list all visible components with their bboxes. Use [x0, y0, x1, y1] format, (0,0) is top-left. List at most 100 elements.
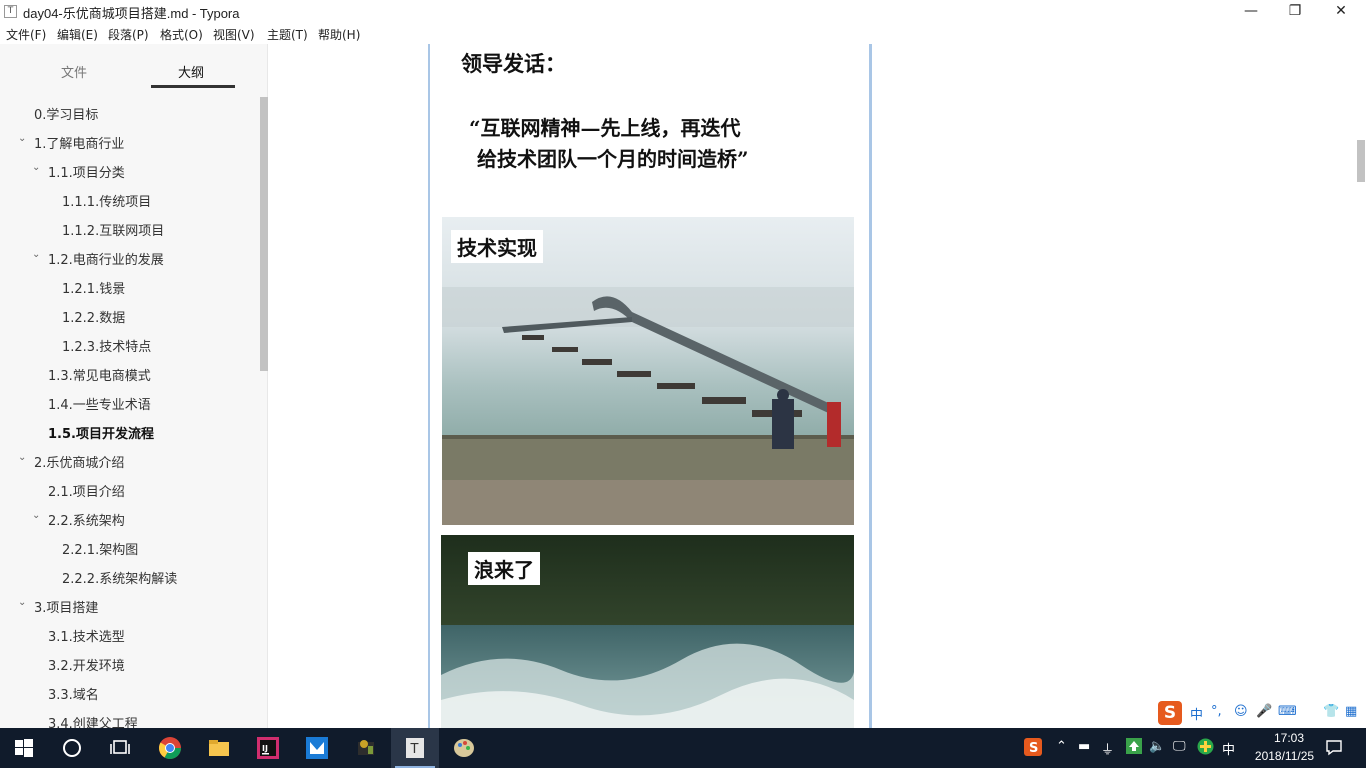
outline-item-label: 0.学习目标 [34, 108, 99, 123]
restore-button[interactable]: ❐ [1272, 0, 1318, 23]
svg-text:S: S [1029, 741, 1038, 756]
outline-item-label: 2.1.项目介绍 [48, 485, 125, 500]
outline-item-label: 2.2.1.架构图 [62, 543, 139, 558]
network-adapter-tray-icon[interactable]: ▬ [1078, 739, 1090, 754]
ime-punctuation-icon[interactable]: °, [1211, 704, 1222, 719]
outline-item[interactable]: 1.2.1.钱景 [62, 278, 125, 297]
ime-keyboard-icon[interactable]: ⌨ [1278, 704, 1297, 719]
bridge-label: 技术实现 [451, 230, 543, 263]
outline-item-label: 2.2.2.系统架构解读 [62, 572, 178, 587]
outline-item[interactable]: ⌄ 2.乐优商城介绍 [18, 452, 125, 471]
menu-view[interactable]: 视图(V) [213, 26, 255, 43]
outline-item[interactable]: 3.2.开发环境 [48, 655, 125, 674]
menu-format[interactable]: 格式(O) [160, 26, 203, 43]
chevron-down-icon[interactable]: ⌄ [32, 162, 40, 173]
outline-item-label: 3.3.域名 [48, 688, 99, 703]
quote-line-1: “互联网精神—先上线，再迭代 [469, 116, 741, 140]
quote-line-2: 给技术团队一个月的时间造桥” [477, 147, 749, 171]
input-language-indicator[interactable]: 中 [1222, 739, 1235, 758]
outline-item[interactable]: 1.1.1.传统项目 [62, 191, 151, 210]
show-hidden-icons-chevron-icon[interactable]: ⌃ [1056, 739, 1067, 754]
security-tray-icon[interactable] [1197, 738, 1214, 759]
chevron-down-icon[interactable]: ⌄ [18, 452, 26, 463]
menu-edit[interactable]: 编辑(E) [57, 26, 98, 43]
start-button[interactable] [0, 728, 48, 768]
sidebar-scrollbar[interactable] [260, 97, 268, 371]
close-button[interactable]: ✕ [1318, 0, 1364, 23]
outline-item[interactable]: ⌄ 3.项目搭建 [18, 597, 99, 616]
outline-item[interactable]: ⌄ 1.了解电商行业 [18, 133, 125, 152]
paint-tool-taskbar-icon[interactable] [440, 728, 488, 768]
chevron-down-icon[interactable]: ⌄ [32, 510, 40, 521]
outline-item-label: 2.乐优商城介绍 [34, 456, 125, 471]
ime-voice-icon[interactable]: 🎤 [1256, 704, 1272, 719]
wave-label: 浪来了 [468, 552, 540, 585]
outline-item-label: 1.2.电商行业的发展 [48, 253, 164, 268]
action-center-icon[interactable] [1325, 738, 1343, 760]
outline-item[interactable]: ⌄ 1.1.项目分类 [32, 162, 125, 181]
title-bar: T day04-乐优商城项目搭建.md - Typora — ❐ ✕ [0, 0, 1366, 23]
file-explorer-taskbar-icon[interactable] [195, 728, 243, 768]
chrome-taskbar-icon[interactable] [146, 728, 194, 768]
outline-item[interactable]: 0.学习目标 [34, 104, 98, 123]
outline-item[interactable]: 1.2.3.技术特点 [62, 336, 151, 355]
outline-item[interactable]: 2.2.1.架构图 [62, 539, 138, 558]
outline-item[interactable]: ⌄ 2.2.系统架构 [32, 510, 125, 529]
sidebar: 文件 大纲 0.学习目标 ⌄ 1.了解电商行业 ⌄ 1.1.项目分类 1.1.1.传统项目… [0, 44, 328, 732]
active-tab-indicator [151, 85, 235, 88]
svg-text:IJ: IJ [262, 744, 268, 753]
usb-tray-icon[interactable]: ⏚ [1101, 739, 1114, 758]
ime-emoji-icon[interactable]: ☺ [1234, 704, 1248, 719]
menu-bar: 文件(F) 编辑(E) 段落(P) 格式(O) 视图(V) 主题(T) 帮助(H… [0, 23, 1366, 44]
outline-item-label: 3.项目搭建 [34, 601, 99, 616]
chevron-down-icon[interactable]: ⌄ [18, 597, 26, 608]
volume-icon[interactable]: 🔈 [1149, 739, 1165, 754]
outline-item-label: 3.1.技术选型 [48, 630, 125, 645]
ime-menu-icon[interactable]: ▦ [1345, 704, 1357, 719]
sogou-ime-icon[interactable]: S [1158, 701, 1182, 725]
menu-theme[interactable]: 主题(T) [267, 26, 308, 43]
ime-skin-icon[interactable]: 👕 [1323, 704, 1339, 719]
network-icon[interactable]: 🖵 [1173, 739, 1186, 754]
outline-item-label: 1.了解电商行业 [34, 137, 125, 152]
editor-scrollbar[interactable] [1357, 140, 1365, 182]
outline-item[interactable]: 3.1.技术选型 [48, 626, 125, 645]
typora-app-icon: T [4, 5, 17, 18]
ime-chinese-mode[interactable]: 中 [1190, 704, 1203, 723]
outline-item-label: 3.2.开发环境 [48, 659, 125, 674]
outline-item[interactable]: 1.3.常见电商模式 [48, 365, 151, 384]
outline-item[interactable]: ⌄ 1.2.电商行业的发展 [32, 249, 164, 268]
clock-time[interactable]: 17:03 [1259, 731, 1319, 745]
menu-paragraph[interactable]: 段落(P) [108, 26, 149, 43]
outline-item-label: 2.2.系统架构 [48, 514, 125, 529]
thunder-taskbar-icon[interactable] [293, 728, 341, 768]
outline-item-label: 1.2.1.钱景 [62, 282, 126, 297]
outline-item[interactable]: 3.3.域名 [48, 684, 99, 703]
outline-item[interactable]: 1.1.2.互联网项目 [62, 220, 164, 239]
svg-text:T: T [410, 742, 419, 757]
bridge-photo: 技术实现 [442, 217, 854, 525]
outline-item[interactable]: 1.4.一些专业术语 [48, 394, 151, 413]
media-tool-taskbar-icon[interactable] [342, 728, 390, 768]
chevron-down-icon[interactable]: ⌄ [18, 133, 26, 144]
update-tray-icon[interactable] [1126, 738, 1142, 758]
typora-taskbar-icon[interactable]: T [391, 728, 439, 768]
outline-item[interactable]: 1.5.项目开发流程 [48, 423, 154, 442]
sogou-tray-icon[interactable]: S [1024, 738, 1042, 760]
tab-outline[interactable]: 大纲 [178, 62, 204, 81]
tab-files[interactable]: 文件 [61, 62, 87, 81]
outline-item[interactable]: 2.2.2.系统架构解读 [62, 568, 177, 587]
editor-area[interactable]: 领导发话： “互联网精神—先上线，再迭代 给技术团队一个月的时间造桥” 技术实现… [269, 44, 1366, 728]
chevron-down-icon[interactable]: ⌄ [32, 249, 40, 260]
task-view-button[interactable] [96, 728, 144, 768]
clock-date[interactable]: 2018/11/25 [1247, 749, 1322, 763]
minimize-button[interactable]: — [1228, 0, 1274, 23]
menu-help[interactable]: 帮助(H) [318, 26, 360, 43]
outline-item-label: 1.1.1.传统项目 [62, 195, 152, 210]
menu-file[interactable]: 文件(F) [6, 26, 46, 43]
intellij-taskbar-icon[interactable]: IJ [244, 728, 292, 768]
outline-item[interactable]: 2.1.项目介绍 [48, 481, 125, 500]
outline-item[interactable]: 1.2.2.数据 [62, 307, 125, 326]
outline-item-label: 1.3.常见电商模式 [48, 369, 151, 384]
cortana-search-button[interactable] [48, 728, 96, 768]
